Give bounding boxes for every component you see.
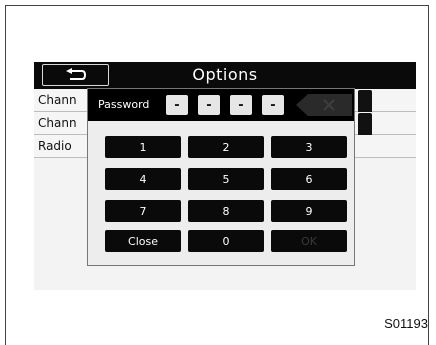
title-bar: Options [34,62,416,89]
row-toggle-button[interactable] [358,90,372,113]
key-0[interactable]: 0 [188,230,264,252]
key-4[interactable]: 4 [105,168,181,190]
key-3[interactable]: 3 [271,136,347,158]
page-title: Options [192,65,258,84]
list-item-label: Chann [38,116,77,130]
key-1[interactable]: 1 [105,136,181,158]
ok-button[interactable]: OK [271,230,347,252]
password-digit-1: - [166,95,188,115]
row-toggle-button[interactable] [358,113,372,136]
close-button[interactable]: Close [105,230,181,252]
key-6[interactable]: 6 [271,168,347,190]
key-9[interactable]: 9 [271,200,347,222]
figure-code: S01193 [384,316,428,331]
list-item-label: Chann [38,93,77,107]
password-digit-2: - [198,95,220,115]
password-digit-4: - [262,95,284,115]
password-dialog: Password - - - - 1 2 3 4 5 6 7 8 9 Close… [87,88,355,266]
key-5[interactable]: 5 [188,168,264,190]
password-digit-3: - [230,95,252,115]
list-item-label: Radio [38,139,72,153]
password-header: Password - - - - [88,89,354,121]
key-7[interactable]: 7 [105,200,181,222]
password-label: Password [98,98,150,111]
key-2[interactable]: 2 [188,136,264,158]
delete-button[interactable] [296,94,352,116]
key-8[interactable]: 8 [188,200,264,222]
